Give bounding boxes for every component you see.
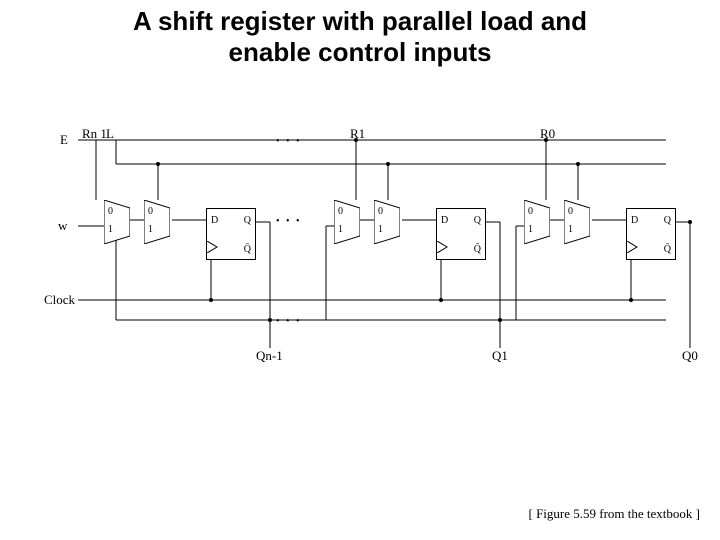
clock-edge-icon: [207, 241, 219, 253]
junction-node: [354, 138, 358, 142]
junction-node: [156, 162, 160, 166]
page-title: A shift register with parallel load and …: [0, 0, 720, 68]
label-Q0: Q0: [682, 348, 698, 364]
label-E: E: [60, 132, 68, 148]
title-line-2: enable control inputs: [229, 37, 492, 67]
figure-caption: [ Figure 5.59 from the textbook ]: [529, 506, 701, 522]
mux-enable-n1: 0 1: [104, 200, 130, 244]
clock-edge-icon: [437, 241, 449, 253]
flipflop-n1: D Q Q̄: [206, 208, 256, 260]
label-Rn1: Rn 1: [82, 126, 107, 142]
label-Q1: Q1: [492, 348, 508, 364]
flipflop-0: D Q Q̄: [626, 208, 676, 260]
shift-register-diagram: E Rn 1 L R1 R0 w Clock • • • • • • • • •…: [56, 130, 696, 370]
junction-node: [268, 318, 272, 322]
mux-enable-1: 0 1: [334, 200, 360, 244]
junction-node: [544, 138, 548, 142]
mux-load-n1: 0 1: [144, 200, 170, 244]
mux-enable-0: 0 1: [524, 200, 550, 244]
label-Qn1: Qn-1: [256, 348, 283, 364]
mux-load-1: 0 1: [374, 200, 400, 244]
junction-node: [209, 298, 213, 302]
junction-node: [688, 220, 692, 224]
dots-icon: • • •: [276, 136, 302, 147]
dots-icon: • • •: [276, 216, 302, 227]
title-line-1: A shift register with parallel load and: [133, 6, 587, 36]
clock-edge-icon: [627, 241, 639, 253]
label-w: w: [58, 218, 67, 234]
junction-node: [386, 162, 390, 166]
junction-node: [498, 318, 502, 322]
junction-node: [439, 298, 443, 302]
wiring-svg: [56, 130, 696, 370]
dots-icon: • • •: [276, 316, 302, 327]
mux-load-0: 0 1: [564, 200, 590, 244]
flipflop-1: D Q Q̄: [436, 208, 486, 260]
junction-node: [576, 162, 580, 166]
label-L: L: [106, 126, 114, 142]
label-Clock: Clock: [44, 292, 75, 308]
junction-node: [629, 298, 633, 302]
